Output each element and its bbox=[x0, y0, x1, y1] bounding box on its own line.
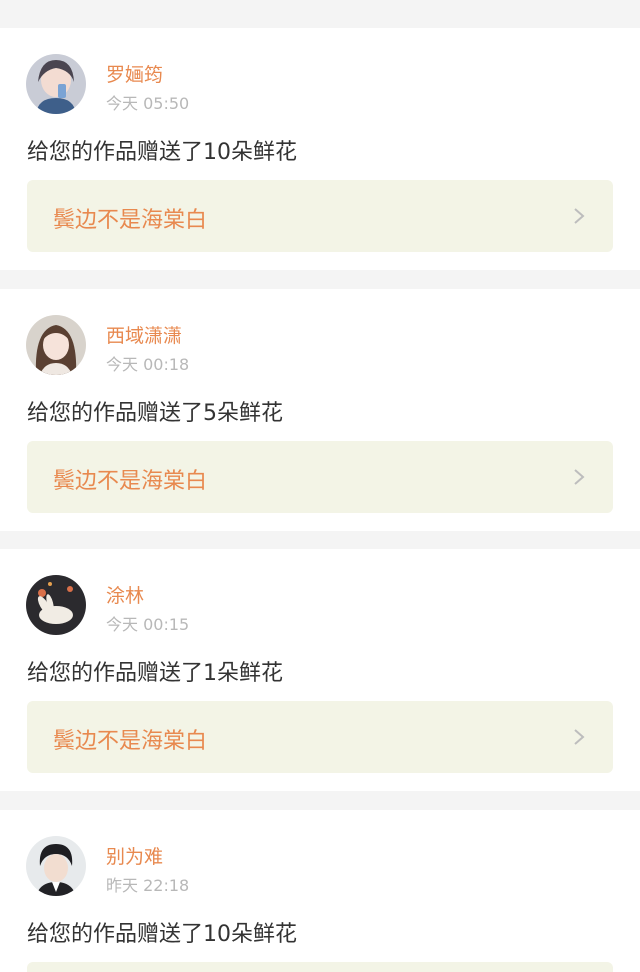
timestamp: 今天 00:15 bbox=[106, 615, 190, 634]
avatar-image bbox=[26, 315, 86, 375]
work-link[interactable]: 鬓边不是海棠白 bbox=[27, 441, 613, 513]
work-link[interactable]: 鬓边不是海棠白 bbox=[27, 180, 613, 252]
avatar[interactable] bbox=[26, 54, 86, 114]
card-header: 涂林 今天 00:15 bbox=[26, 575, 606, 635]
username[interactable]: 涂林 bbox=[106, 581, 144, 608]
avatar[interactable] bbox=[26, 575, 86, 635]
username[interactable]: 罗婳筠 bbox=[106, 60, 163, 87]
username[interactable]: 别为难 bbox=[106, 842, 163, 869]
timestamp: 今天 05:50 bbox=[106, 94, 190, 113]
work-title: 鬓边不是海棠白 bbox=[53, 729, 208, 754]
timestamp: 今天 00:18 bbox=[106, 355, 190, 374]
work-title: 鬓边不是海棠白 bbox=[53, 469, 208, 494]
card-header: 罗婳筠 今天 05:50 bbox=[26, 54, 606, 114]
work-link[interactable]: 鬓边不是海棠白 bbox=[27, 701, 613, 773]
card-header: 西域潇潇 今天 00:18 bbox=[26, 315, 606, 375]
notification-card: 西域潇潇 今天 00:18 给您的作品赠送了5朵鲜花 鬓边不是海棠白 bbox=[0, 289, 640, 531]
timestamp: 昨天 22:18 bbox=[106, 876, 190, 895]
work-title: 鬓边不是海棠白 bbox=[53, 208, 208, 233]
avatar[interactable] bbox=[26, 836, 86, 896]
work-link[interactable] bbox=[27, 962, 613, 972]
notification-card: 罗婳筠 今天 05:50 给您的作品赠送了10朵鲜花 鬓边不是海棠白 bbox=[0, 28, 640, 270]
avatar-image bbox=[26, 575, 86, 635]
gift-message: 给您的作品赠送了1朵鲜花 bbox=[27, 661, 283, 686]
username[interactable]: 西域潇潇 bbox=[106, 321, 182, 348]
gift-message: 给您的作品赠送了5朵鲜花 bbox=[27, 401, 283, 426]
avatar-image bbox=[26, 54, 86, 114]
notification-card: 别为难 昨天 22:18 给您的作品赠送了10朵鲜花 bbox=[0, 810, 640, 972]
gift-message: 给您的作品赠送了10朵鲜花 bbox=[27, 140, 297, 165]
avatar-image bbox=[26, 836, 86, 896]
card-header: 别为难 昨天 22:18 bbox=[26, 836, 606, 896]
chevron-right-icon bbox=[571, 728, 587, 746]
notification-card: 涂林 今天 00:15 给您的作品赠送了1朵鲜花 鬓边不是海棠白 bbox=[0, 549, 640, 791]
gift-message: 给您的作品赠送了10朵鲜花 bbox=[27, 922, 297, 947]
chevron-right-icon bbox=[571, 207, 587, 225]
chevron-right-icon bbox=[571, 468, 587, 486]
avatar[interactable] bbox=[26, 315, 86, 375]
notification-feed: 罗婳筠 今天 05:50 给您的作品赠送了10朵鲜花 鬓边不是海棠白 西域潇潇 … bbox=[0, 0, 640, 972]
